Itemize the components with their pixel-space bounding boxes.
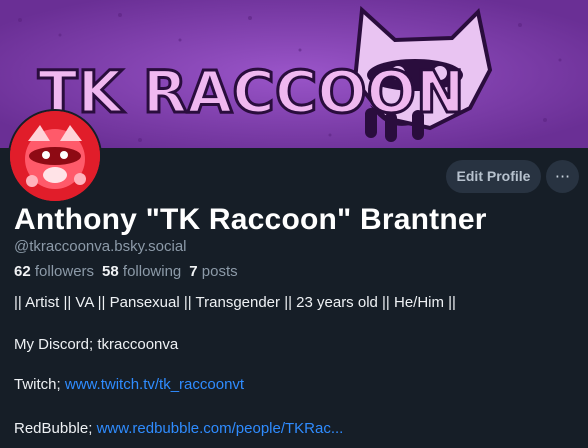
redbubble-link[interactable]: www.redbubble.com/people/TKRac...: [97, 420, 344, 437]
posts-count: 7: [189, 263, 198, 280]
posts-label: posts: [201, 263, 238, 280]
followers-count: 62: [14, 263, 31, 280]
svg-text:TK RACCOON: TK RACCOON: [38, 58, 465, 126]
display-name: Anthony "TK Raccoon" Brantner: [14, 203, 487, 236]
more-options-button[interactable]: ···: [546, 160, 579, 193]
banner-title: TK RACCOON: [37, 57, 467, 128]
followers-link[interactable]: 62 followers: [14, 263, 94, 280]
posts-stat: 7 posts: [189, 263, 237, 280]
ellipsis-icon: ···: [554, 166, 571, 186]
twitch-link[interactable]: www.twitch.tv/tk_raccoonvt: [65, 376, 244, 393]
edit-profile-button[interactable]: Edit Profile: [446, 160, 541, 193]
bio-twitch: Twitch; www.twitch.tv/tk_raccoonvt: [14, 376, 244, 394]
following-link[interactable]: 58 following: [102, 263, 181, 280]
followers-label: followers: [34, 263, 95, 280]
user-handle: @tkraccoonva.bsky.social: [14, 238, 187, 255]
following-count: 58: [102, 263, 119, 280]
bio-tagline: || Artist || VA || Pansexual || Transgen…: [14, 294, 456, 311]
bio-redbubble: RedBubble; www.redbubble.com/people/TKRa…: [14, 420, 343, 438]
redbubble-label: RedBubble;: [14, 420, 97, 437]
avatar[interactable]: [8, 109, 102, 203]
bio-discord: My Discord; tkraccoonva: [14, 336, 179, 353]
raccoon-avatar-icon: [10, 111, 100, 201]
profile-stats: 62 followers 58 following 7 posts: [14, 263, 238, 280]
following-label: following: [122, 263, 182, 280]
twitch-label: Twitch;: [14, 376, 65, 393]
